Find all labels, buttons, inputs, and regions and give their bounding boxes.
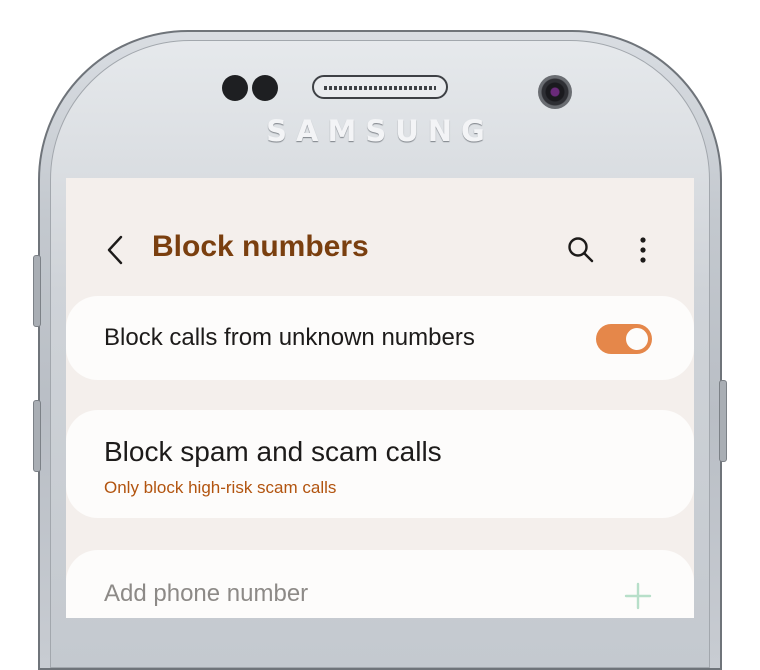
- search-icon[interactable]: [566, 234, 596, 266]
- bixby-button: [33, 400, 41, 472]
- earpiece-speaker: [312, 75, 448, 99]
- front-camera: [538, 75, 572, 109]
- spam-calls-setting[interactable]: Block spam and scam calls Only block hig…: [66, 410, 694, 518]
- sensor-dot: [222, 75, 248, 101]
- add-phone-number-input[interactable]: Add phone number: [104, 580, 308, 608]
- power-button: [719, 380, 727, 462]
- plus-icon[interactable]: [622, 580, 654, 612]
- sensor-dot: [252, 75, 278, 101]
- volume-button: [33, 255, 41, 327]
- unknown-numbers-setting[interactable]: Block calls from unknown numbers: [66, 296, 694, 380]
- chevron-left-icon[interactable]: [104, 234, 126, 266]
- phone-screen: Block numbers Block calls from unknown n…: [66, 178, 694, 618]
- unknown-numbers-label: Block calls from unknown numbers: [104, 324, 475, 351]
- unknown-numbers-toggle[interactable]: [596, 324, 652, 354]
- speaker-grille: [324, 86, 436, 90]
- spam-calls-label: Block spam and scam calls: [104, 436, 442, 467]
- more-vertical-icon[interactable]: [628, 234, 658, 266]
- page-title: Block numbers: [152, 230, 369, 263]
- spam-calls-sublabel: Only block high-risk scam calls: [104, 478, 337, 497]
- app-bar: Block numbers: [66, 178, 694, 296]
- toggle-knob: [624, 326, 650, 352]
- brand-logo: SAMSUNG: [266, 114, 494, 148]
